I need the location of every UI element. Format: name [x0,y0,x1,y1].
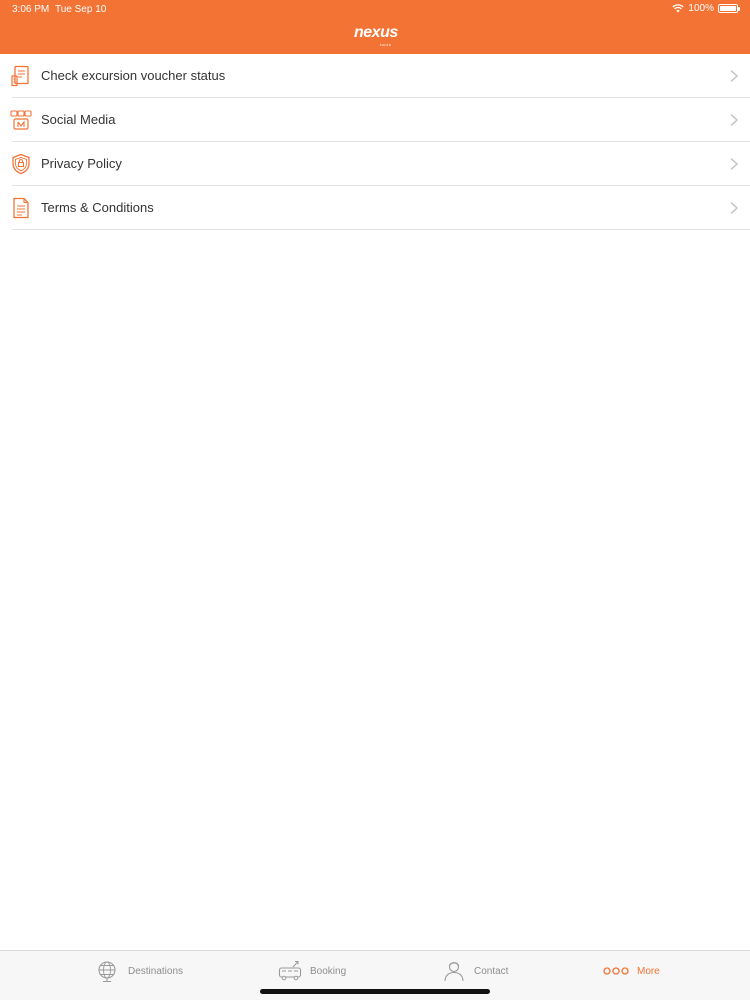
status-date: Tue Sep 10 [55,4,107,15]
chevron-right-icon [730,201,739,215]
battery-fill [720,6,736,11]
battery-percent: 100% [688,3,714,14]
document-icon [13,197,29,219]
chevron-right-icon [730,157,739,171]
status-time: 3:06 PM [12,4,50,15]
logo-text: nexus [354,24,398,41]
app-header: 3:06 PM Tue Sep 10 100% nexus tours [0,0,750,54]
tab-label: Booking [310,965,347,977]
social-media-icon [10,110,32,130]
menu-item-label: Privacy Policy [41,156,122,171]
tab-contact[interactable]: Contact [442,951,508,991]
menu-item-voucher-status[interactable]: Check excursion voucher status [0,54,750,98]
more-menu-list: Check excursion voucher status Social Me… [0,54,750,230]
logo-subtext: tours [380,42,392,47]
status-right: 100% [672,3,740,14]
shield-icon [12,153,30,175]
menu-item-label: Check excursion voucher status [41,68,226,83]
tab-label: Destinations [128,965,184,977]
battery-icon [718,4,740,13]
menu-item-terms-conditions[interactable]: Terms & Conditions [0,186,750,230]
more-icon [603,967,629,975]
tab-label: More [637,965,660,977]
chevron-right-icon [730,113,739,127]
chevron-right-icon [730,69,739,83]
wifi-icon [672,4,685,13]
menu-item-label: Social Media [41,112,116,127]
globe-icon [98,961,116,983]
menu-item-privacy-policy[interactable]: Privacy Policy [0,142,750,186]
menu-item-social-media[interactable]: Social Media [0,98,750,142]
tab-more[interactable]: More [603,951,660,991]
voucher-icon [11,65,29,87]
tab-label: Contact [474,965,509,977]
tab-destinations[interactable]: Destinations [96,951,183,991]
tab-booking[interactable]: Booking [278,951,346,991]
home-indicator [260,989,490,994]
status-bar: 3:06 PM Tue Sep 10 100% [0,0,750,20]
bus-icon [278,961,302,981]
menu-item-label: Terms & Conditions [41,200,154,215]
person-icon [444,961,464,982]
nexus-logo: nexus tours [348,22,402,50]
